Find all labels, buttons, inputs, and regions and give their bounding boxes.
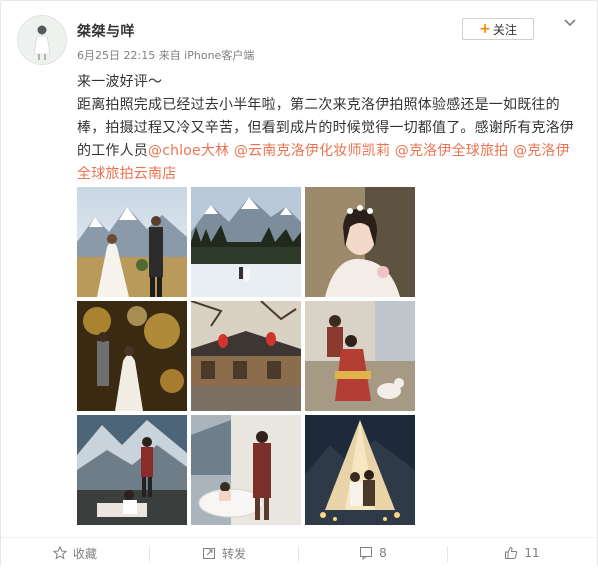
comment-icon bbox=[359, 546, 373, 560]
photo-thumbnail[interactable] bbox=[305, 301, 415, 411]
like-count: 11 bbox=[524, 546, 540, 560]
photo-thumbnail[interactable] bbox=[77, 301, 187, 411]
star-icon bbox=[52, 546, 67, 560]
chevron-down-icon[interactable] bbox=[562, 14, 578, 30]
photo-thumbnail[interactable] bbox=[77, 415, 187, 525]
photo-thumbnail[interactable] bbox=[191, 187, 301, 297]
photo-thumbnail[interactable] bbox=[305, 415, 415, 525]
avatar[interactable] bbox=[17, 15, 67, 65]
action-bar: 收藏 转发 8 11 bbox=[1, 537, 597, 568]
follow-button[interactable]: + 关注 bbox=[462, 18, 534, 40]
photo-grid bbox=[77, 187, 415, 525]
like-button[interactable]: 11 bbox=[448, 538, 596, 568]
mention-link[interactable]: @chloe大林 bbox=[148, 143, 229, 159]
photo-thumbnail[interactable] bbox=[191, 301, 301, 411]
comment-button[interactable]: 8 bbox=[299, 538, 447, 568]
post-text-line-1: 来一波好评～ bbox=[77, 74, 163, 90]
weibo-post-card: 桀桀与咩 6月25日 22:15 来自 iPhone客户端 + 关注 来一波好评… bbox=[0, 0, 598, 568]
mention-link[interactable]: @云南克洛伊化妆师凯莉 bbox=[234, 143, 390, 159]
photo-thumbnail[interactable] bbox=[191, 415, 301, 525]
photo-thumbnail[interactable] bbox=[77, 187, 187, 297]
photo-thumbnail[interactable] bbox=[305, 187, 415, 297]
thumbs-up-icon bbox=[504, 546, 518, 560]
follow-label: 关注 bbox=[492, 22, 517, 37]
favorite-button[interactable]: 收藏 bbox=[1, 538, 149, 568]
post-meta: 6月25日 22:15 来自 iPhone客户端 bbox=[77, 49, 255, 62]
post-text-body: 距离拍照完成已经过去小半年啦，第二次来克洛伊拍照体验感还是一如既往的棒，拍摄过程… bbox=[77, 94, 583, 186]
repost-label: 转发 bbox=[221, 546, 246, 561]
post-content: 来一波好评～ 距离拍照完成已经过去小半年啦，第二次来克洛伊拍照体验感还是一如既往… bbox=[77, 71, 583, 186]
favorite-label: 收藏 bbox=[72, 546, 97, 561]
mention-link[interactable]: @克洛伊全球旅拍 bbox=[395, 143, 509, 159]
repost-icon bbox=[202, 546, 216, 560]
username[interactable]: 桀桀与咩 bbox=[77, 21, 135, 41]
repost-button[interactable]: 转发 bbox=[150, 538, 298, 568]
plus-icon: + bbox=[479, 21, 491, 37]
comment-count: 8 bbox=[379, 546, 387, 560]
